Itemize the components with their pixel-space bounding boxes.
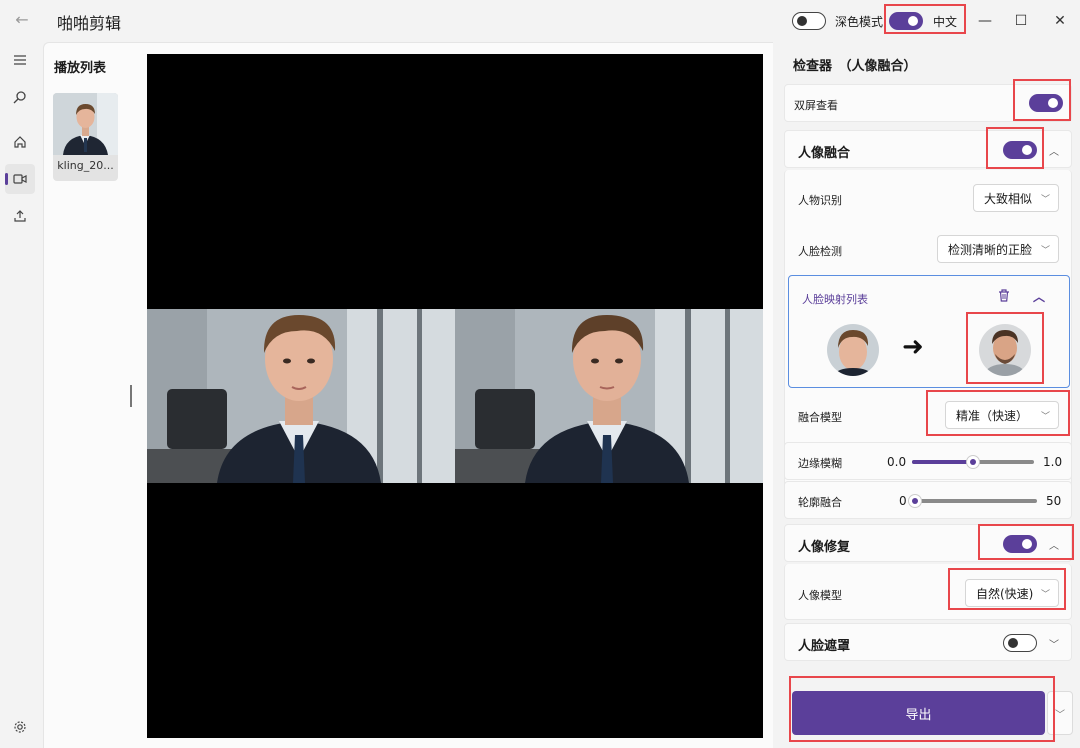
- left-splitter-handle[interactable]: [130, 385, 132, 407]
- title-bar: ← 啪啪剪辑 深色模式 中文 — ☐ ✕: [0, 0, 1080, 42]
- face-fusion-header[interactable]: 人像融合 ︿: [784, 130, 1072, 168]
- edge-blur-max: 1.0: [1043, 455, 1063, 469]
- face-model-dropdown[interactable]: 自然(快速) ﹀: [965, 579, 1059, 607]
- playlist-title: 播放列表: [54, 61, 107, 76]
- clip-name: kling_20...: [57, 159, 114, 172]
- contour-fusion-slider-thumb[interactable]: [908, 494, 922, 508]
- dual-screen-row: 双屏查看: [784, 84, 1072, 122]
- inspector-panel: 检查器 （人像融合） 双屏查看 人像融合 ︿ 人物识别 大致相似 ﹀ 人脸检测 …: [773, 42, 1080, 748]
- fusion-model-label: 融合模型: [798, 411, 842, 424]
- edge-blur-min: 0.0: [887, 455, 907, 469]
- chevron-down-icon: ﹀: [1040, 590, 1050, 600]
- face-restore-label: 人像修复: [798, 540, 851, 555]
- chevron-down-icon: ﹀: [1040, 195, 1050, 205]
- chevron-down-icon[interactable]: ﹀: [1049, 636, 1059, 651]
- menu-icon[interactable]: [5, 45, 35, 75]
- face-restore-toggle[interactable]: [1003, 535, 1037, 556]
- contour-fusion-label: 轮廓融合: [798, 496, 842, 509]
- mapping-arrow-icon: ➜: [902, 332, 924, 362]
- contour-fusion-max: 50: [1046, 494, 1062, 508]
- face-restore-body: 人像模型 自然(快速) ﹀: [784, 564, 1072, 620]
- playlist-panel: 播放列表 kling_20...: [43, 42, 137, 748]
- edge-blur-fill: [912, 460, 973, 464]
- target-face-avatar[interactable]: [979, 324, 1031, 376]
- fusion-model-value: 精准（快速）: [956, 408, 1029, 423]
- face-mapping-list-label: 人脸映射列表: [802, 293, 868, 306]
- person-recognition-label: 人物识别: [798, 194, 842, 207]
- chevron-up-icon[interactable]: ︿: [1049, 537, 1059, 552]
- person-recognition-dropdown[interactable]: 大致相似 ﹀: [973, 184, 1059, 212]
- chevron-down-icon: ﹀: [1040, 412, 1050, 422]
- chevron-up-icon[interactable]: ︿: [1049, 143, 1059, 158]
- dark-mode-label: 深色模式: [835, 15, 884, 29]
- face-mapping-list: 人脸映射列表 ︿ ➜: [788, 275, 1070, 388]
- edge-blur-label: 边缘模糊: [798, 457, 842, 470]
- contour-fusion-min: 0: [899, 494, 907, 508]
- chevron-up-icon[interactable]: ︿: [1033, 288, 1045, 305]
- maximize-button[interactable]: ☐: [1006, 8, 1036, 34]
- person-recognition-value: 大致相似: [984, 191, 1033, 206]
- home-icon[interactable]: [5, 127, 35, 157]
- face-mask-header[interactable]: 人脸遮罩 ﹀: [784, 623, 1072, 661]
- contour-fusion-row: 轮廓融合 0 50: [784, 481, 1072, 519]
- language-toggle[interactable]: [889, 12, 923, 33]
- video-preview[interactable]: [147, 54, 763, 738]
- close-button[interactable]: ✕: [1045, 8, 1075, 34]
- preview-panel: [130, 42, 779, 748]
- face-mask-label: 人脸遮罩: [798, 639, 851, 654]
- fusion-model-dropdown[interactable]: 精准（快速） ﹀: [945, 401, 1059, 429]
- minimize-button[interactable]: —: [970, 8, 1000, 34]
- face-detection-dropdown[interactable]: 检测清晰的正脸 ﹀: [937, 235, 1059, 263]
- edge-blur-row: 边缘模糊 0.0 1.0: [784, 442, 1072, 480]
- search-icon[interactable]: [5, 82, 35, 112]
- dark-mode-toggle[interactable]: [792, 12, 826, 33]
- face-detection-value: 检测清晰的正脸: [948, 242, 1033, 257]
- face-model-value: 自然(快速): [976, 586, 1034, 601]
- export-options-chevron-icon[interactable]: ﹀: [1047, 691, 1073, 735]
- clip-thumbnail: [53, 93, 118, 155]
- edge-blur-slider-thumb[interactable]: [966, 455, 980, 469]
- source-face-avatar[interactable]: [827, 324, 879, 376]
- inspector-title: 检查器 （人像融合）: [793, 59, 917, 74]
- face-model-label: 人像模型: [798, 589, 842, 602]
- video-icon[interactable]: [5, 164, 35, 194]
- app-title: 啪啪剪辑: [57, 14, 122, 33]
- gear-icon[interactable]: [5, 712, 35, 742]
- trash-icon[interactable]: [998, 289, 1010, 305]
- face-restore-header[interactable]: 人像修复 ︿: [784, 524, 1072, 562]
- face-detection-label: 人脸检测: [798, 245, 842, 258]
- face-fusion-label: 人像融合: [798, 146, 851, 161]
- dual-screen-label: 双屏查看: [794, 99, 838, 112]
- contour-fusion-track[interactable]: [913, 499, 1037, 503]
- chevron-down-icon: ﹀: [1040, 246, 1050, 256]
- original-video-frame: [147, 309, 455, 483]
- back-arrow-icon[interactable]: ←: [12, 10, 32, 30]
- playlist-item[interactable]: kling_20...: [53, 93, 118, 181]
- face-fusion-toggle[interactable]: [1003, 141, 1037, 162]
- upload-icon[interactable]: [5, 201, 35, 231]
- export-button[interactable]: 导出: [792, 691, 1045, 735]
- face-mask-toggle[interactable]: [1003, 634, 1037, 655]
- language-label: 中文: [933, 15, 958, 29]
- left-nav: [0, 42, 38, 748]
- fused-video-frame: [455, 309, 763, 483]
- dual-screen-toggle[interactable]: [1029, 94, 1063, 115]
